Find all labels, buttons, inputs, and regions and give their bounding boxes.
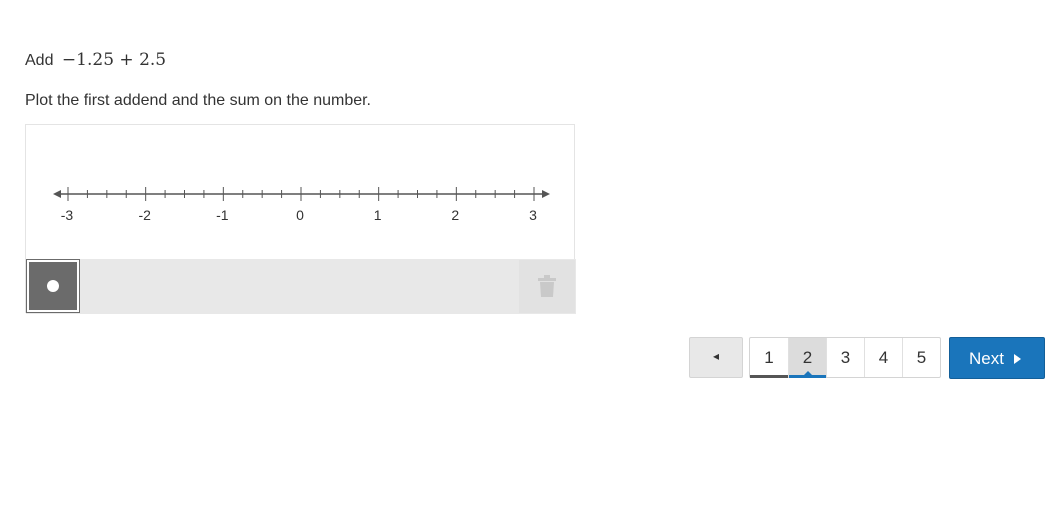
tick-label: -1 <box>216 207 229 223</box>
tick-label: 1 <box>374 207 382 223</box>
trash-icon <box>538 275 556 297</box>
number-line-canvas[interactable]: -3 -2 -1 0 1 2 3 <box>26 125 576 260</box>
previous-arrow-icon: ◂ <box>712 349 720 363</box>
page-navigation: 1 2 3 4 5 <box>749 337 941 378</box>
axis-right-arrow-icon <box>542 190 550 198</box>
question-expression: −1.25 + 2.5 <box>61 50 167 70</box>
number-line-widget: -3 -2 -1 0 1 2 3 <box>25 124 576 314</box>
graph-toolbar <box>26 259 576 314</box>
page-button-3[interactable]: 3 <box>826 338 864 377</box>
next-button[interactable]: Next <box>949 337 1045 379</box>
page-button-2[interactable]: 2 <box>788 338 826 378</box>
question-prefix: Add <box>25 52 54 69</box>
axis-left-arrow-icon <box>53 190 61 198</box>
point-tool-button[interactable] <box>26 259 80 313</box>
page-button-5[interactable]: 5 <box>902 338 940 377</box>
next-arrow-icon <box>1014 354 1021 364</box>
question-title: Add −1.25 + 2.5 <box>25 50 166 70</box>
previous-page-button[interactable]: ◂ <box>689 337 743 378</box>
tick-label: 3 <box>529 207 537 223</box>
tick-label: -2 <box>138 207 151 223</box>
number-line[interactable]: -3 -2 -1 0 1 2 3 <box>26 125 576 260</box>
next-button-label: Next <box>969 349 1004 368</box>
page-button-4[interactable]: 4 <box>864 338 902 377</box>
tick-label: 2 <box>451 207 459 223</box>
page-button-1[interactable]: 1 <box>750 338 788 378</box>
tick-label: -3 <box>61 207 74 223</box>
current-page-caret-icon <box>802 371 813 376</box>
delete-tool-button[interactable] <box>519 260 575 313</box>
question-instruction: Plot the first addend and the sum on the… <box>25 92 371 109</box>
point-dot-icon <box>47 280 59 292</box>
tick-label: 0 <box>296 207 304 223</box>
